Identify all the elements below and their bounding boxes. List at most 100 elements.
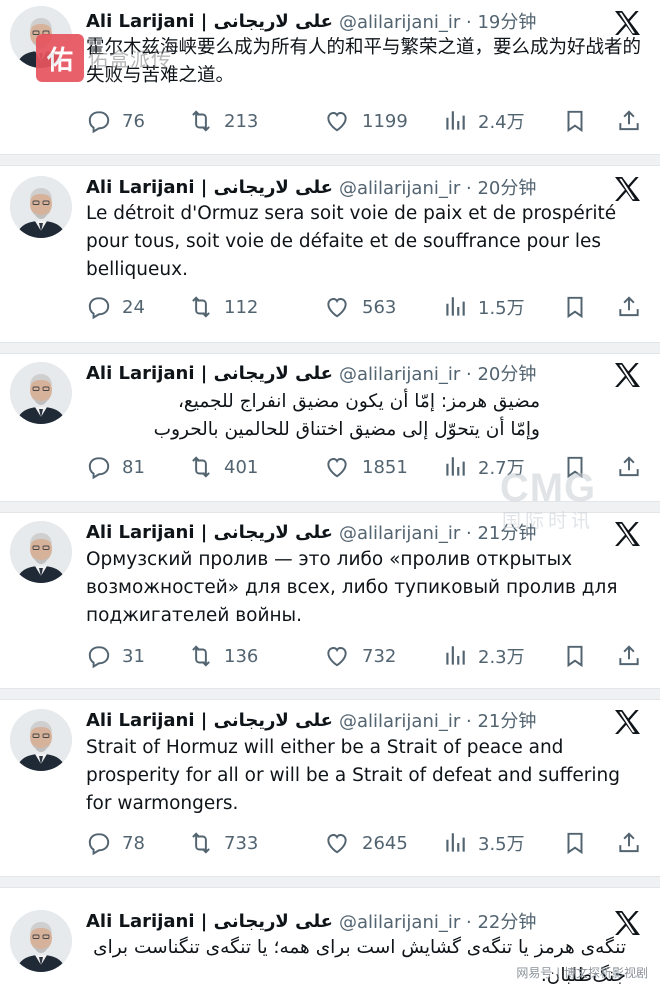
bookmark-button[interactable] [562,828,598,858]
reply-button[interactable]: 78 [86,828,145,858]
like-count: 2645 [362,832,408,854]
share-button[interactable] [616,292,652,322]
views-count: 1.5万 [478,298,525,319]
views-count: 2.7万 [478,458,525,479]
share-icon [616,454,652,480]
reply-icon [86,454,122,480]
views-button[interactable]: 1.5万 [442,292,525,322]
views-button[interactable]: 3.5万 [442,828,525,858]
display-name[interactable]: Ali Larijani | علی لاریجانی [86,522,333,543]
handle-and-time[interactable]: @alilarijani_ir · 21分钟 [339,519,536,545]
tweet-header: Ali Larijani | علی لاریجانی @alilarijani_… [86,517,536,547]
tweet-header: Ali Larijani | علی لاریجانی @alilarijani_… [86,172,536,202]
avatar[interactable] [10,709,72,771]
tweet-divider [0,501,660,513]
handle-and-time[interactable]: @alilarijani_ir · 22分钟 [339,908,536,934]
bookmark-icon [562,454,598,480]
repost-icon [188,830,224,856]
bookmark-icon [562,294,598,320]
repost-button[interactable]: 401 [188,452,258,482]
repost-icon [188,294,224,320]
reply-icon [86,108,122,134]
reply-icon [86,294,122,320]
display-name[interactable]: Ali Larijani | علی لاریجانی [86,177,333,198]
reply-button[interactable]: 81 [86,452,145,482]
repost-icon [188,454,224,480]
like-button[interactable]: 2645 [324,828,408,858]
reply-count: 24 [122,296,145,318]
share-button[interactable] [616,452,652,482]
like-button[interactable]: 563 [324,292,396,322]
x-logo-icon [612,519,642,549]
views-icon [442,643,478,669]
like-button[interactable]: 1199 [324,106,408,136]
repost-button[interactable]: 136 [188,641,258,671]
repost-button[interactable]: 112 [188,292,258,322]
tweet-header: Ali Larijani | علی لاریجانی @alilarijani_… [86,358,536,388]
display-name[interactable]: Ali Larijani | علی لاریجانی [86,363,333,384]
display-name[interactable]: Ali Larijani | علی لاریجانی [86,710,333,731]
handle-and-time[interactable]: @alilarijani_ir · 20分钟 [339,174,536,200]
reply-icon [86,643,122,669]
bookmark-button[interactable] [562,641,598,671]
share-icon [616,643,652,669]
like-count: 1199 [362,110,408,132]
reply-button[interactable]: 31 [86,641,145,671]
avatar[interactable] [10,521,72,583]
repost-count: 401 [224,456,259,478]
repost-button[interactable]: 733 [188,828,258,858]
handle-and-time[interactable]: @alilarijani_ir · 20分钟 [339,360,536,386]
like-icon [324,454,362,480]
views-button[interactable]: 2.7万 [442,452,525,482]
avatar[interactable] [10,362,72,424]
tweet-divider [0,154,660,166]
like-count: 1851 [362,456,408,478]
views-icon [442,108,478,134]
share-icon [616,830,652,856]
share-button[interactable] [616,106,652,136]
views-button[interactable]: 2.4万 [442,106,525,136]
tweet-text: مضيق هرمز: إمّا أن يكون مضيق انفراج للجم… [153,391,540,440]
share-button[interactable] [616,828,652,858]
bookmark-button[interactable] [562,106,598,136]
avatar[interactable] [10,910,72,972]
handle-and-time[interactable]: @alilarijani_ir · 21分钟 [339,707,536,733]
tweet-actions: 31 136 732 2.3万 [86,641,646,671]
tweet-divider [0,688,660,700]
bookmark-icon [562,830,598,856]
like-button[interactable]: 1851 [324,452,408,482]
tweet-text: Strait of Hormuz will either be a Strait… [86,737,620,814]
share-icon [616,108,652,134]
x-logo-icon [612,360,642,390]
tweet-text: Ормузский пролив — это либо «пролив откр… [86,549,618,626]
tweet-actions: 81 401 1851 2.7万 [86,452,646,482]
repost-count: 112 [224,296,259,318]
bookmark-button[interactable] [562,292,598,322]
repost-count: 213 [224,110,259,132]
views-icon [442,454,478,480]
avatar[interactable] [10,176,72,238]
app-badge: 佑 [36,34,84,82]
views-button[interactable]: 2.3万 [442,641,525,671]
tweet-divider [0,342,660,354]
like-button[interactable]: 732 [324,641,396,671]
display-name[interactable]: Ali Larijani | علی لاریجانی [86,911,333,932]
share-icon [616,294,652,320]
bookmark-button[interactable] [562,452,598,482]
tweet-divider [0,876,660,888]
repost-button[interactable]: 213 [188,106,258,136]
like-icon [324,643,362,669]
tweet-header: Ali Larijani | علی لاریجانی @alilarijani_… [86,906,536,936]
handle-and-time[interactable]: @alilarijani_ir · 19分钟 [339,8,536,34]
tweet-text: Le détroit d'Ormuz sera soit voie de pai… [86,203,617,280]
like-icon [324,108,362,134]
reply-button[interactable]: 76 [86,106,145,136]
views-icon [442,830,478,856]
reply-button[interactable]: 24 [86,292,145,322]
tweet-text: تنگه‌ی هرمز یا تنگه‌ی گشایش است برای همه… [93,937,626,986]
share-button[interactable] [616,641,652,671]
reply-count: 78 [122,832,145,854]
tweet-header: Ali Larijani | علی لاریجانی @alilarijani_… [86,705,536,735]
display-name[interactable]: Ali Larijani | علی لاریجانی [86,11,333,32]
views-count: 2.3万 [478,647,525,668]
